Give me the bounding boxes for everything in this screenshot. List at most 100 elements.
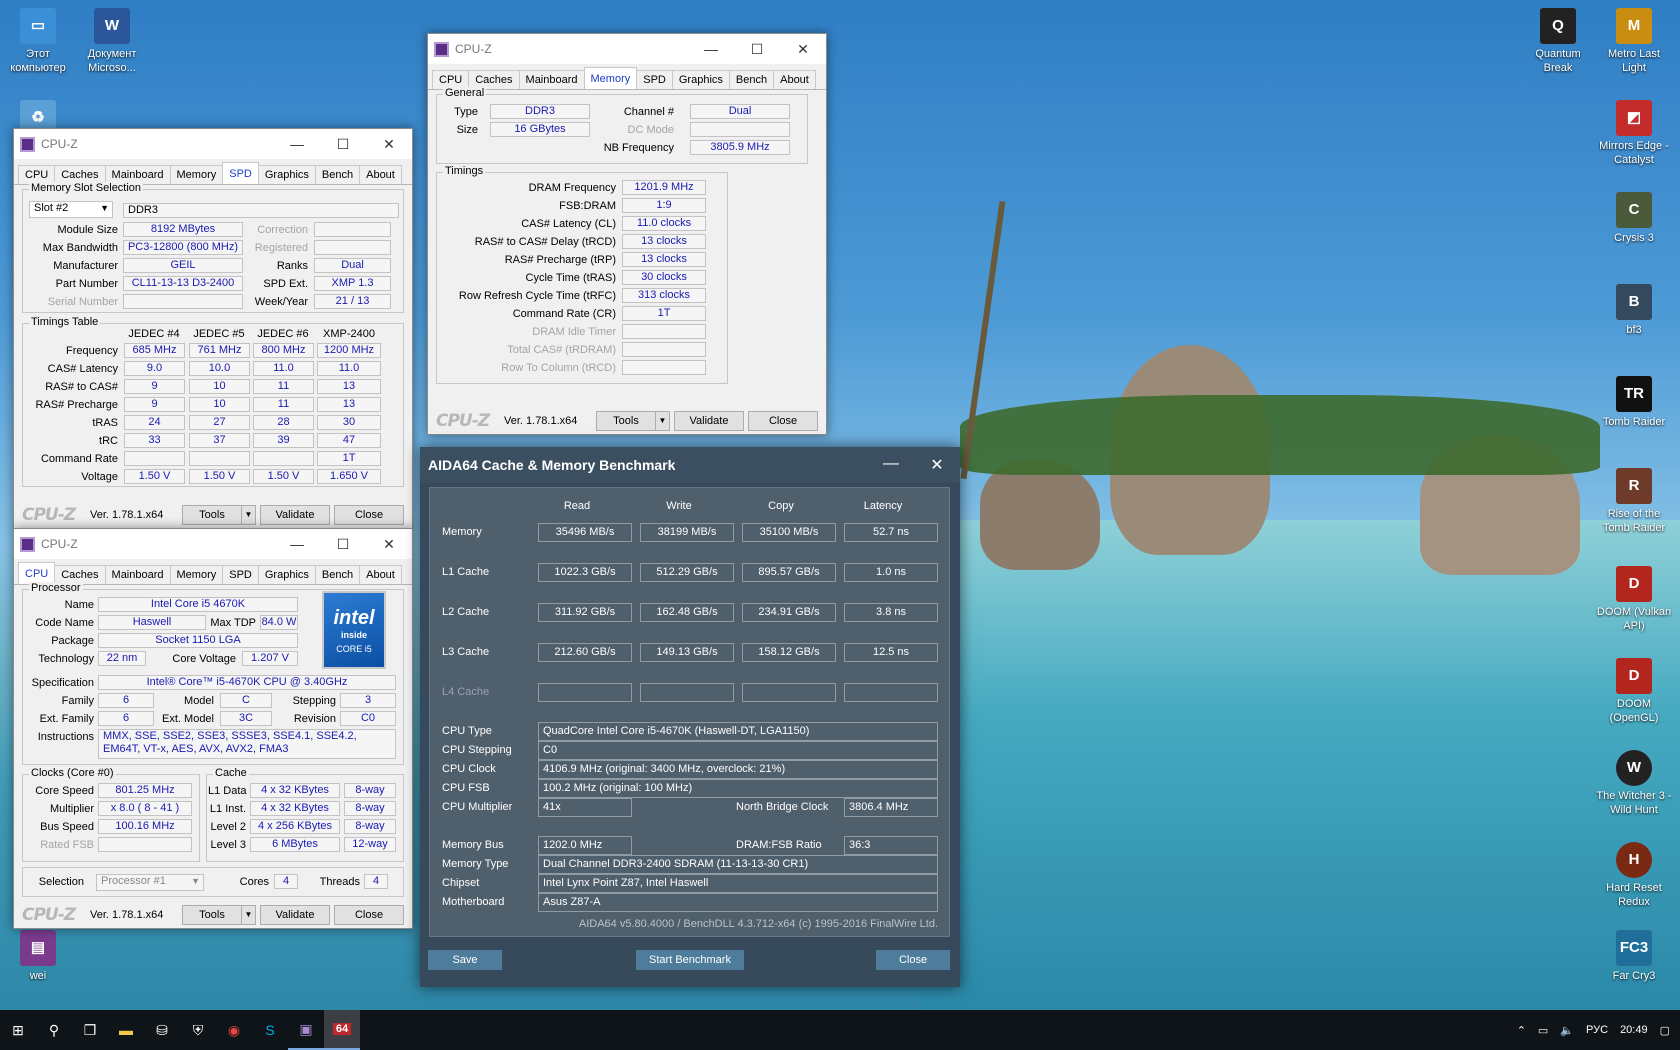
minimize-icon[interactable]: — — [274, 536, 320, 553]
tab-memory[interactable]: Memory — [169, 565, 224, 584]
maximize-icon[interactable]: ☐ — [320, 536, 366, 553]
desktop-icon-doom-vulkan[interactable]: D DOOM (Vulkan API) — [1596, 566, 1672, 633]
start-button[interactable]: ⊞ — [0, 1010, 36, 1050]
desktop-icon-mirrors-edge[interactable]: ◩ Mirrors Edge - Catalyst — [1596, 100, 1672, 167]
desktop-icon-winrar[interactable]: ▤ wei — [0, 930, 76, 983]
shield-icon: ⛨ — [192, 1021, 204, 1038]
clock-label: Core Speed — [35, 785, 94, 797]
tab-memory[interactable]: Memory — [169, 165, 224, 184]
save-button[interactable]: Save — [428, 950, 502, 970]
timing-value: 1.50 V — [253, 469, 314, 484]
desktop-icon-farcry3[interactable]: FC3 Far Cry3 — [1596, 930, 1672, 983]
tab-memory[interactable]: Memory — [583, 67, 638, 89]
info-value: Dual Channel DDR3-2400 SDRAM (11-13-13-3… — [538, 855, 938, 874]
network-icon[interactable]: ▭ — [1538, 1024, 1548, 1037]
desktop-icon-witcher3[interactable]: W The Witcher 3 - Wild Hunt — [1596, 750, 1672, 817]
tab-about[interactable]: About — [359, 565, 402, 584]
search-button[interactable]: ⚲ — [36, 1010, 72, 1050]
close-button[interactable]: Close — [876, 950, 950, 970]
close-icon[interactable]: ✕ — [780, 41, 826, 58]
timing-value: 30 — [317, 415, 381, 430]
timing-value: 685 MHz — [124, 343, 185, 358]
timing-label: CAS# Latency (CL) — [521, 218, 616, 230]
mem-type: DDR3 — [490, 104, 590, 119]
taskbar-chrome[interactable]: ◉ — [216, 1010, 252, 1050]
taskbar-cpuz[interactable]: ▣ — [288, 1010, 324, 1050]
desktop-icon-tomb-raider[interactable]: TR Tomb Raider — [1596, 376, 1672, 429]
tools-dropdown[interactable]: Tools ▼ — [596, 410, 670, 431]
timing-value: 10.0 — [189, 361, 250, 376]
desktop-icon-metro[interactable]: M Metro Last Light — [1596, 8, 1672, 75]
tab-mainboard[interactable]: Mainboard — [518, 70, 585, 89]
desktop-icon-word[interactable]: W Документ Microso... — [74, 8, 150, 75]
validate-button[interactable]: Validate — [260, 904, 330, 925]
game-icon: C — [1616, 192, 1652, 228]
timing-value: 47 — [317, 433, 381, 448]
desktop-icon-quantum-break[interactable]: Q Quantum Break — [1520, 8, 1596, 75]
close-icon[interactable]: ✕ — [914, 455, 960, 475]
taskbar-aida64[interactable]: 64 — [324, 1010, 360, 1050]
tab-about[interactable]: About — [773, 70, 816, 89]
version-label: Ver. 1.78.1.x64 — [90, 908, 164, 921]
tab-spd[interactable]: SPD — [636, 70, 673, 89]
desktop-icon-rise-tomb-raider[interactable]: R Rise of the Tomb Raider — [1596, 468, 1672, 535]
maximize-icon[interactable]: ☐ — [320, 136, 366, 153]
mem-nbfreq: 3805.9 MHz — [690, 140, 790, 155]
bench-value — [742, 683, 836, 702]
desktop-icon-hard-reset[interactable]: H Hard Reset Redux — [1596, 842, 1672, 909]
taskbar-store[interactable]: ⛁ — [144, 1010, 180, 1050]
close-icon[interactable]: ✕ — [366, 136, 412, 153]
desktop-icon-bf3[interactable]: B bf3 — [1596, 284, 1672, 337]
tab-spd[interactable]: SPD — [222, 565, 259, 584]
notifications-icon[interactable]: ▢ — [1660, 1024, 1670, 1037]
vegetation — [960, 395, 1600, 475]
close-button[interactable]: Close — [334, 904, 404, 925]
timing-label: RAS# Precharge — [35, 399, 118, 411]
spd-label: Registered — [254, 242, 308, 254]
timing-label: Row To Column (tRCD) — [501, 362, 616, 374]
taskbar-shield[interactable]: ⛨ — [180, 1010, 216, 1050]
threads-value: 4 — [364, 874, 388, 889]
tab-mainboard[interactable]: Mainboard — [104, 565, 171, 584]
tab-spd[interactable]: SPD — [222, 162, 259, 184]
language-indicator[interactable]: РУС — [1586, 1024, 1608, 1036]
chevron-up-icon[interactable]: ⌃ — [1517, 1024, 1526, 1037]
taskbar-explorer[interactable]: ▬ — [108, 1010, 144, 1050]
tab-bench[interactable]: Bench — [314, 565, 361, 584]
timing-value: 800 MHz — [253, 343, 314, 358]
tab-graphics[interactable]: Graphics — [257, 565, 316, 584]
minimize-icon[interactable]: — — [688, 41, 734, 58]
processor-select[interactable]: Processor #1 ▼ — [96, 874, 204, 891]
tab-graphics[interactable]: Graphics — [257, 165, 316, 184]
spd-label: Correction — [257, 224, 308, 236]
desktop-icon-crysis3[interactable]: C Crysis 3 — [1596, 192, 1672, 245]
tools-dropdown[interactable]: Tools ▼ — [182, 904, 256, 925]
start-benchmark-button[interactable]: Start Benchmark — [636, 950, 744, 970]
cache-way: 8-way — [344, 783, 396, 798]
minimize-icon[interactable]: — — [274, 136, 320, 153]
maximize-icon[interactable]: ☐ — [734, 41, 780, 58]
slot-select[interactable]: Slot #2 ▼ — [29, 201, 113, 218]
tab-bench[interactable]: Bench — [728, 70, 775, 89]
tab-bench[interactable]: Bench — [314, 165, 361, 184]
minimize-icon[interactable]: — — [868, 455, 914, 475]
close-icon[interactable]: ✕ — [366, 536, 412, 553]
skype-icon: S — [265, 1022, 275, 1038]
volume-icon[interactable]: 🔈 — [1560, 1024, 1574, 1037]
tab-about[interactable]: About — [359, 165, 402, 184]
taskbar-skype[interactable]: S — [252, 1010, 288, 1050]
tab-cpu[interactable]: CPU — [18, 562, 56, 584]
close-button[interactable]: Close — [748, 410, 818, 431]
tools-dropdown[interactable]: Tools ▼ — [182, 504, 256, 525]
task-view-button[interactable]: ❐ — [72, 1010, 108, 1050]
cache-label: Level 2 — [210, 821, 246, 833]
validate-button[interactable]: Validate — [674, 410, 744, 431]
clock[interactable]: 20:49 — [1620, 1024, 1648, 1036]
tab-graphics[interactable]: Graphics — [671, 70, 730, 89]
desktop-icon-computer[interactable]: ▭ Этот компьютер — [0, 8, 76, 75]
desktop-icon-doom-opengl[interactable]: D DOOM (OpenGL) — [1596, 658, 1672, 725]
close-button[interactable]: Close — [334, 504, 404, 525]
validate-button[interactable]: Validate — [260, 504, 330, 525]
results-panel: Read Write Copy Latency Memory 35496 MB/… — [429, 487, 950, 937]
aida64-icon: 64 — [332, 1023, 352, 1035]
